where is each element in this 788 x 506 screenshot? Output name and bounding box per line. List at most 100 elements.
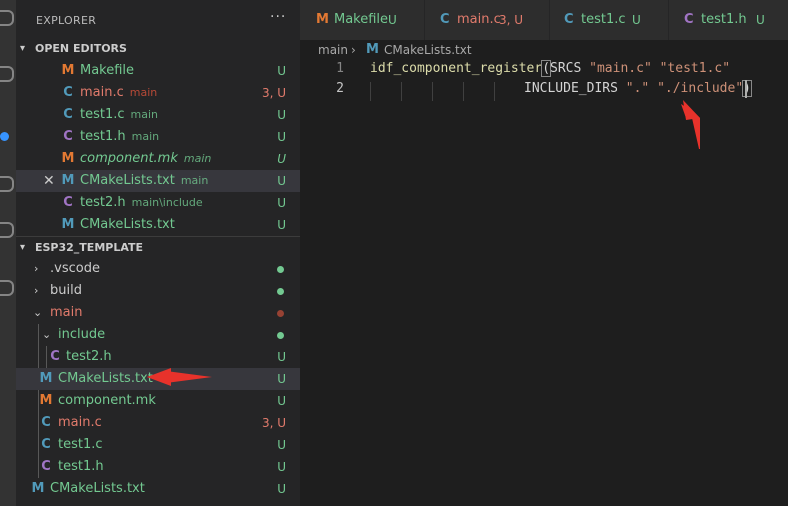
files-icon[interactable] bbox=[0, 10, 14, 26]
open-editor-component-mk[interactable]: M component.mk main U bbox=[16, 148, 300, 170]
cmake-file-icon: M bbox=[61, 217, 75, 232]
status-badge: U bbox=[277, 64, 286, 78]
file-name: test1.h bbox=[58, 459, 104, 474]
status-badge: 3, U bbox=[261, 416, 286, 430]
indent-guide bbox=[432, 82, 433, 101]
file-folder: main bbox=[131, 130, 160, 143]
tab-label: test1.c bbox=[581, 12, 626, 27]
header-file-icon: C bbox=[63, 195, 73, 210]
file-cmakelists-main[interactable]: M CMakeLists.txt U bbox=[16, 368, 300, 390]
open-editor-cmakelists-main[interactable]: ✕ M CMakeLists.txt main U bbox=[16, 170, 300, 192]
indent-guide bbox=[370, 82, 371, 101]
tab-test1-h[interactable]: C test1.h U bbox=[669, 0, 788, 40]
file-folder: main bbox=[180, 174, 209, 187]
remote-icon[interactable] bbox=[0, 280, 14, 296]
status-badge: U bbox=[277, 482, 286, 496]
more-actions-icon[interactable]: ··· bbox=[270, 9, 286, 25]
tab-label: test1.h bbox=[701, 12, 747, 27]
header-file-icon: C bbox=[63, 129, 73, 144]
workspace-header[interactable]: ▾ ESP32_TEMPLATE bbox=[16, 237, 300, 259]
c-file-icon: C bbox=[63, 107, 73, 122]
makefile-file-icon: M bbox=[61, 63, 75, 78]
explorer-title: EXPLORER bbox=[36, 14, 97, 27]
file-name: CMakeLists.txt bbox=[50, 481, 145, 496]
tab-makefile[interactable]: M Makefile U bbox=[300, 0, 425, 40]
c-file-icon: C bbox=[63, 85, 73, 100]
status-dot-icon bbox=[277, 266, 284, 273]
status-badge: U bbox=[277, 108, 286, 122]
breadcrumb-separator-icon: › bbox=[351, 43, 356, 57]
chevron-down-icon: ⌄ bbox=[33, 306, 43, 319]
open-editor-test1-c[interactable]: C test1.c main U bbox=[16, 104, 300, 126]
open-editor-main-c[interactable]: C main.c main 3, U bbox=[16, 82, 300, 104]
file-test1-h[interactable]: C test1.h U bbox=[16, 456, 300, 478]
close-icon[interactable]: ✕ bbox=[43, 170, 55, 192]
cmake-file-icon: M bbox=[31, 481, 45, 496]
status-badge: U bbox=[277, 438, 286, 452]
file-cmakelists-root[interactable]: M CMakeLists.txt U bbox=[16, 478, 300, 500]
file-name: test1.c bbox=[58, 437, 103, 452]
file-name: test2.h bbox=[80, 195, 126, 210]
c-file-icon: C bbox=[41, 415, 51, 430]
tab-label: Makefile bbox=[334, 12, 389, 27]
status-badge: U bbox=[277, 152, 286, 166]
explorer-sidebar: EXPLORER ··· ▾ OPEN EDITORS M Makefile U… bbox=[16, 0, 300, 506]
status-badge: U bbox=[277, 394, 286, 408]
open-editor-test1-h[interactable]: C test1.h main U bbox=[16, 126, 300, 148]
indent-guide bbox=[463, 82, 464, 101]
search-icon[interactable] bbox=[0, 66, 14, 82]
file-name: CMakeLists.txt bbox=[58, 371, 153, 386]
chevron-right-icon: › bbox=[34, 284, 39, 297]
keyword-srcs: SRCS bbox=[550, 61, 590, 76]
file-test2-h[interactable]: C test2.h U bbox=[16, 346, 300, 368]
text-cursor bbox=[745, 80, 747, 98]
makefile-file-icon: M bbox=[39, 393, 53, 408]
folder-include[interactable]: ⌄ include bbox=[16, 324, 300, 346]
open-editors-header[interactable]: ▾ OPEN EDITORS bbox=[16, 38, 300, 60]
file-name: main.c bbox=[80, 85, 124, 100]
status-dot-icon bbox=[277, 288, 284, 295]
makefile-file-icon: M bbox=[316, 12, 329, 27]
chevron-down-icon: ▾ bbox=[20, 242, 26, 253]
tab-status: U bbox=[388, 13, 397, 27]
run-debug-icon[interactable] bbox=[0, 176, 14, 192]
file-name: Makefile bbox=[80, 63, 135, 78]
folder-vscode[interactable]: › .vscode bbox=[16, 258, 300, 280]
file-name: component.mk bbox=[80, 151, 178, 166]
file-name: CMakeLists.txt bbox=[80, 217, 175, 232]
extensions-icon[interactable] bbox=[0, 222, 14, 238]
folder-main[interactable]: ⌄ main bbox=[16, 302, 300, 324]
activity-bar bbox=[0, 0, 16, 506]
file-folder: main\include bbox=[131, 196, 203, 209]
status-badge: U bbox=[277, 174, 286, 188]
c-file-icon: C bbox=[41, 437, 51, 452]
open-editor-cmakelists-root[interactable]: M CMakeLists.txt U bbox=[16, 214, 300, 236]
tab-test1-c[interactable]: C test1.c U bbox=[550, 0, 669, 40]
cmake-file-icon: M bbox=[39, 371, 53, 386]
tab-label: main.c bbox=[457, 12, 501, 27]
source-control-badge-icon[interactable] bbox=[0, 132, 9, 141]
chevron-down-icon: ⌄ bbox=[42, 328, 52, 341]
chevron-down-icon: ▾ bbox=[20, 43, 26, 54]
breadcrumb-file[interactable]: CMakeLists.txt bbox=[384, 40, 472, 60]
file-test1-c[interactable]: C test1.c U bbox=[16, 434, 300, 456]
status-badge: U bbox=[277, 196, 286, 210]
indent-guide bbox=[401, 82, 402, 101]
open-editor-makefile[interactable]: M Makefile U bbox=[16, 60, 300, 82]
folder-build[interactable]: › build bbox=[16, 280, 300, 302]
file-name: main.c bbox=[58, 415, 102, 430]
header-file-icon: C bbox=[50, 349, 60, 364]
open-editor-test2-h[interactable]: C test2.h main\include U bbox=[16, 192, 300, 214]
status-badge: 3, U bbox=[261, 86, 286, 100]
breadcrumb-folder[interactable]: main bbox=[318, 40, 348, 60]
file-component-mk[interactable]: M component.mk U bbox=[16, 390, 300, 412]
code-editor[interactable]: 1 2 idf_component_register(SRCS "main.c"… bbox=[300, 60, 788, 506]
tab-main-c[interactable]: C main.c 3, U bbox=[425, 0, 550, 40]
line-number: 1 bbox=[336, 61, 344, 76]
string-include: "./include" bbox=[657, 81, 744, 96]
file-name: component.mk bbox=[58, 393, 156, 408]
file-name: test1.h bbox=[80, 129, 126, 144]
cmake-file-icon: M bbox=[61, 173, 75, 188]
file-main-c[interactable]: C main.c 3, U bbox=[16, 412, 300, 434]
header-file-icon: C bbox=[41, 459, 51, 474]
